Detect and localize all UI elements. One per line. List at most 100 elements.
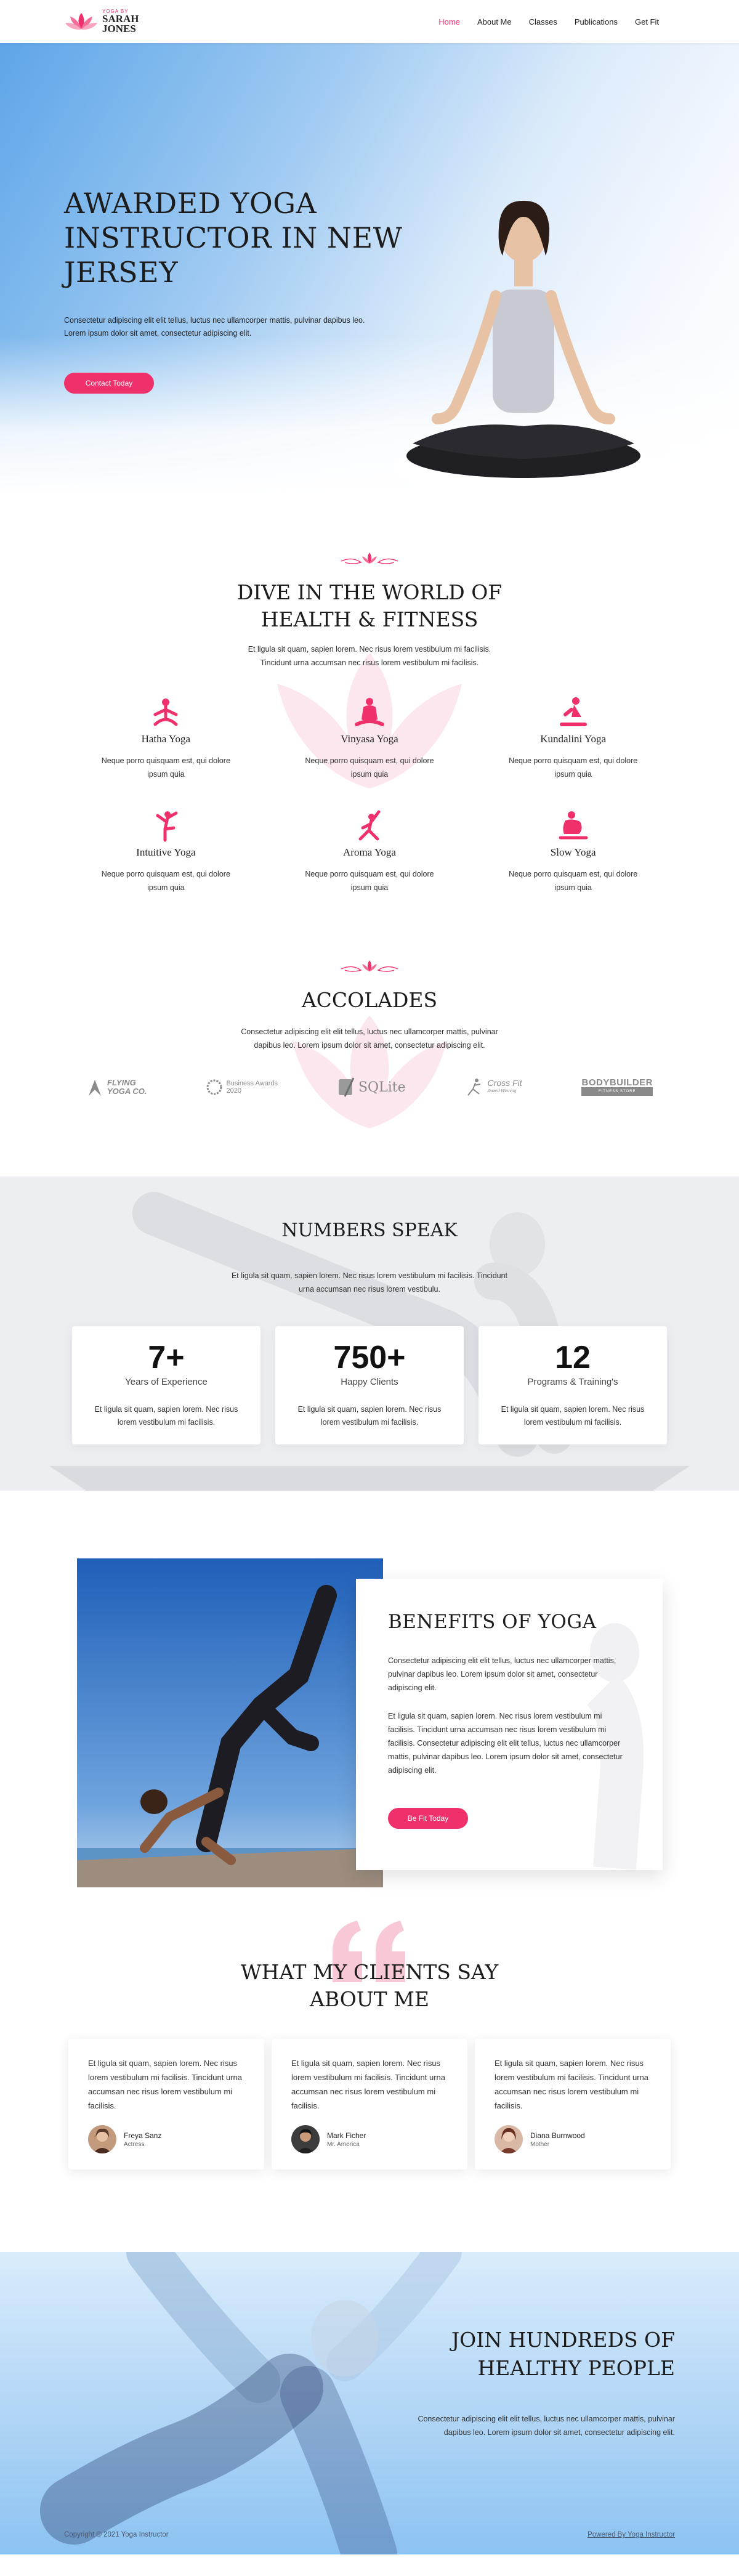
testimonial-name: Freya Sanz	[124, 2131, 162, 2140]
stat-card: 7+ Years of Experience Et ligula sit qua…	[72, 1326, 260, 1444]
stat-label: Programs & Training's	[527, 1377, 618, 1387]
accolade-logos: FLYING YOGA CO. Business Awards 2020 SQL…	[86, 1077, 653, 1098]
stat-value: 750+	[333, 1340, 406, 1375]
accolades-title: ACCOLADES	[301, 988, 438, 1012]
avatar	[291, 2125, 320, 2153]
dancer-background-image	[40, 2252, 462, 2554]
join-title: JOIN HUNDREDS OF HEALTHY PEOPLE	[451, 2326, 675, 2383]
testimonial-role: Actress	[124, 2141, 145, 2148]
flying-yoga-logo: FLYING YOGA CO.	[86, 1077, 147, 1097]
beach-yoga-image	[77, 1558, 383, 1887]
yoga-type-name: Intuitive Yoga	[136, 846, 196, 858]
yoga-type-item: Vinyasa Yoga Neque porro quisquam est, q…	[268, 696, 472, 781]
yoga-type-item: Slow Yoga Neque porro quisquam est, qui …	[471, 809, 675, 894]
intuitive-yoga-icon	[156, 811, 178, 842]
nav-publications[interactable]: Publications	[566, 17, 626, 26]
yoga-type-name: Slow Yoga	[550, 846, 596, 858]
stat-label: Happy Clients	[341, 1377, 398, 1387]
join-text: Consectetur adipiscing elit elit tellus,…	[418, 2415, 675, 2437]
business-awards-logo: Business Awards 2020	[206, 1078, 278, 1096]
benefits-card: BENEFITS OF YOGA Consectetur adipiscing …	[356, 1579, 663, 1870]
testimonial-name: Diana Burnwood	[530, 2131, 585, 2140]
stat-value: 12	[555, 1340, 591, 1375]
testimonial-author: Diana Burnwood Mother	[495, 2125, 585, 2153]
dive-title-line1: DIVE IN THE WORLD OF	[236, 580, 503, 604]
logo-text: Award Winning	[487, 1089, 517, 1093]
testimonial-author: Freya Sanz Actress	[88, 2125, 161, 2153]
testimonials-title: WHAT MY CLIENTS SAY ABOUT ME	[0, 1959, 739, 2013]
nav-get-fit[interactable]: Get Fit	[626, 17, 668, 26]
benefits-section: BENEFITS OF YOGA Consectetur adipiscing …	[0, 1491, 739, 1910]
lotus-ornament-icon	[341, 960, 398, 972]
slow-yoga-icon	[559, 811, 588, 840]
yoga-types-grid: Hatha Yoga Neque porro quisquam est, qui…	[64, 696, 675, 894]
yoga-type-item: Intuitive Yoga Neque porro quisquam est,…	[64, 809, 268, 894]
testimonials-title-line1: WHAT MY CLIENTS SAY	[240, 1960, 499, 1984]
nav-home[interactable]: Home	[430, 17, 469, 26]
yoga-type-name: Vinyasa Yoga	[341, 733, 398, 745]
contact-today-button[interactable]: Contact Today	[64, 373, 154, 394]
dive-title-line2: HEALTH & FITNESS	[260, 607, 479, 631]
stat-card: 12 Programs & Training's Et ligula sit q…	[479, 1326, 667, 1444]
logo-text: SQLite	[358, 1079, 406, 1095]
join-title-line1: JOIN HUNDREDS OF	[451, 2328, 675, 2352]
stat-value: 7+	[148, 1340, 185, 1375]
hero-section: AWARDED YOGA INSTRUCTOR IN NEW JERSEY Co…	[0, 43, 739, 496]
yoga-type-desc: Neque porro quisquam est, qui dolore ips…	[101, 870, 230, 892]
nav-about-me[interactable]: About Me	[469, 17, 520, 26]
cross-fit-logo: Cross Fit Award Winning	[466, 1077, 522, 1098]
laurel-icon	[206, 1079, 222, 1095]
yoga-type-desc: Neque porro quisquam est, qui dolore ips…	[509, 756, 638, 779]
logo-text: 2020	[226, 1087, 241, 1095]
main-nav: Home About Me Classes Publications Get F…	[430, 17, 668, 26]
kundalini-yoga-icon	[559, 697, 587, 726]
vinyasa-yoga-icon	[354, 698, 384, 726]
yoga-type-desc: Neque porro quisquam est, qui dolore ips…	[509, 870, 638, 892]
hero-text: Consectetur adipiscing elit elit tellus,…	[64, 316, 365, 338]
feather-icon	[338, 1077, 355, 1097]
yoga-type-name: Aroma Yoga	[343, 846, 396, 858]
meditating-woman-image	[394, 200, 653, 496]
stat-desc: Et ligula sit quam, sapien lorem. Nec ri…	[94, 1405, 238, 1427]
logo-text: Business Awards	[226, 1080, 278, 1087]
testimonial-quote: Et ligula sit quam, sapien lorem. Nec ri…	[291, 2059, 445, 2110]
yoga-type-item: Hatha Yoga Neque porro quisquam est, qui…	[64, 696, 268, 781]
copyright-text: Copyright © 2021 Yoga Instructor	[64, 2531, 169, 2538]
yoga-type-desc: Neque porro quisquam est, qui dolore ips…	[101, 756, 230, 779]
yoga-type-desc: Neque porro quisquam est, qui dolore ips…	[305, 870, 434, 892]
bird-icon	[89, 1080, 101, 1096]
testimonials-section: WHAT MY CLIENTS SAY ABOUT ME Et ligula s…	[0, 1910, 739, 2252]
bodybuilder-logo: BODYBUILDER FITNESS STORE	[581, 1078, 653, 1096]
nav-classes[interactable]: Classes	[520, 17, 566, 26]
testimonials-title-line2: ABOUT ME	[310, 1987, 429, 2011]
testimonial-quote: Et ligula sit quam, sapien lorem. Nec ri…	[88, 2059, 242, 2110]
lotus-logo-icon	[65, 13, 97, 30]
logo-text: YOGA CO.	[107, 1087, 147, 1096]
yoga-type-item: Aroma Yoga Neque porro quisquam est, qui…	[268, 809, 472, 894]
benefits-title: BENEFITS OF YOGA	[388, 1611, 597, 1633]
powered-by-link[interactable]: Powered By Yoga Instructor	[588, 2531, 675, 2538]
sqlite-logo: SQLite	[337, 1077, 406, 1098]
join-section: JOIN HUNDREDS OF HEALTHY PEOPLE Consecte…	[0, 2252, 739, 2554]
lotus-ornament-icon	[341, 553, 398, 564]
testimonial-card: Et ligula sit quam, sapien lorem. Nec ri…	[272, 2039, 467, 2169]
hero-title: AWARDED YOGA INSTRUCTOR IN NEW JERSEY	[64, 187, 403, 289]
dive-title: DIVE IN THE WORLD OF HEALTH & FITNESS	[0, 579, 739, 633]
testimonial-role: Mr. America	[327, 2141, 360, 2148]
testimonial-card: Et ligula sit quam, sapien lorem. Nec ri…	[475, 2039, 671, 2169]
benefits-paragraph-1: Consectetur adipiscing elit elit tellus,…	[388, 1656, 616, 1692]
stat-desc: Et ligula sit quam, sapien lorem. Nec ri…	[297, 1405, 442, 1427]
stat-label: Years of Experience	[125, 1377, 208, 1387]
avatar	[495, 2125, 523, 2153]
be-fit-today-button[interactable]: Be Fit Today	[388, 1808, 468, 1829]
site-logo[interactable]: YOGA BY SARAH JONES	[64, 9, 139, 34]
yoga-type-name: Hatha Yoga	[141, 733, 190, 745]
site-header: YOGA BY SARAH JONES Home About Me Classe…	[0, 0, 739, 43]
avatar	[88, 2125, 116, 2153]
testimonial-card: Et ligula sit quam, sapien lorem. Nec ri…	[68, 2039, 264, 2169]
hatha-yoga-icon	[153, 699, 178, 726]
join-title-line2: HEALTHY PEOPLE	[477, 2356, 675, 2380]
yoga-type-item: Kundalini Yoga Neque porro quisquam est,…	[471, 696, 675, 781]
yoga-pose-photo	[77, 1558, 383, 1887]
testimonial-quote: Et ligula sit quam, sapien lorem. Nec ri…	[495, 2059, 648, 2110]
